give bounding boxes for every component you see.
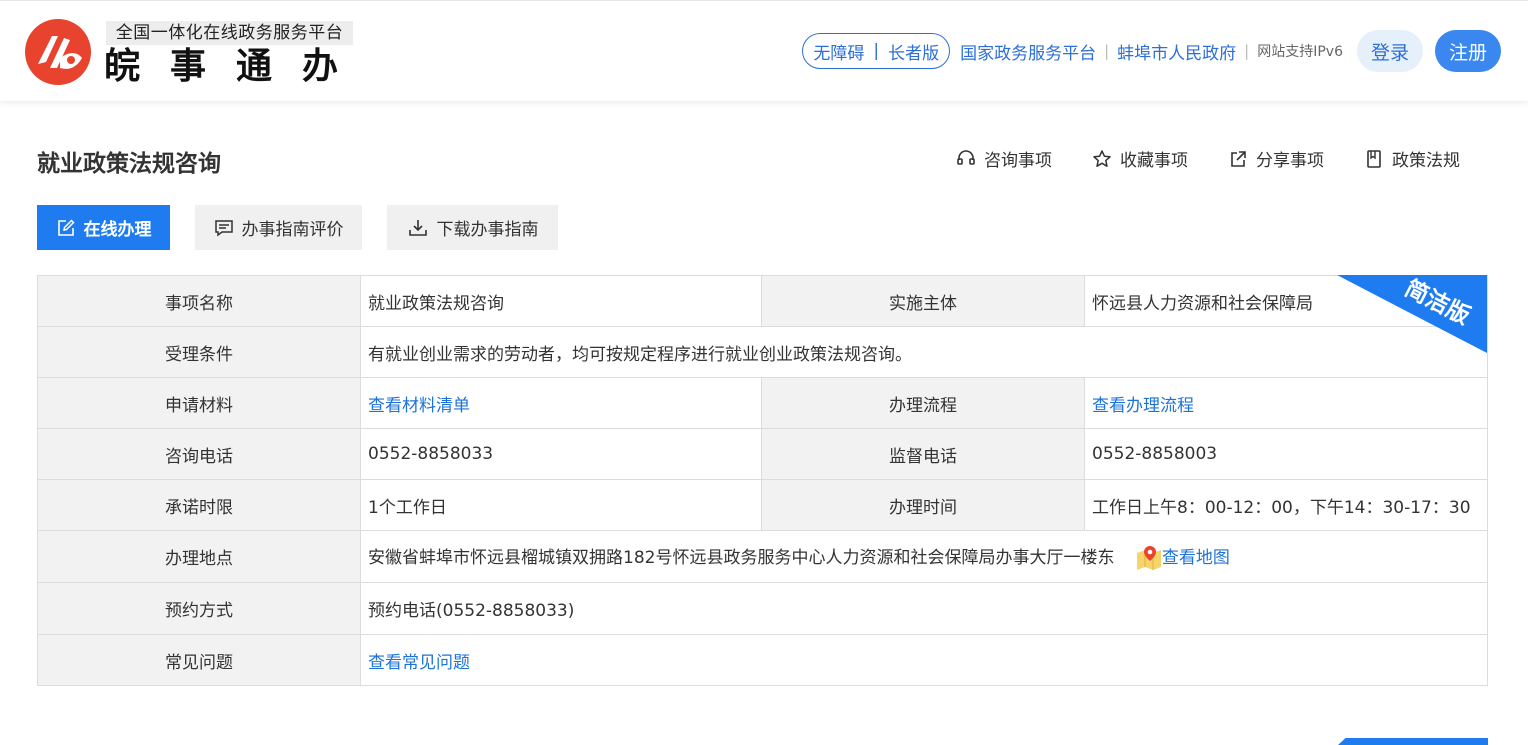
- item-info-table: 事项名称 就业政策法规咨询 实施主体 怀远县人力资源和社会保障局 受理条件 有就…: [37, 275, 1488, 686]
- download-guide-button[interactable]: 下载办事指南: [387, 205, 558, 250]
- wanshitong-logo-icon[interactable]: [24, 18, 92, 86]
- consult-phone-label: 咨询电话: [37, 428, 361, 480]
- policy-action[interactable]: 政策法规: [1364, 146, 1460, 171]
- table-row: 预约方式 预约电话(0552-8858033): [37, 582, 1488, 635]
- table-row: 咨询电话 0552-8858033 监督电话 0552-8858003: [37, 428, 1488, 480]
- process-link[interactable]: 查看办理流程: [1092, 396, 1194, 416]
- comment-icon: [214, 219, 233, 236]
- booking-value: 预约电话(0552-8858033): [360, 582, 1488, 635]
- link-divider: |: [1104, 42, 1110, 60]
- supervise-phone-value: 0552-8858003: [1084, 428, 1488, 480]
- share-icon: [1231, 150, 1246, 167]
- simple-version-ribbon[interactable]: 简洁版: [1337, 275, 1487, 353]
- national-platform-link[interactable]: 国家政务服务平台: [960, 39, 1096, 64]
- headset-icon: [957, 149, 975, 165]
- guide-button-row: 在线办理 办事指南评价 下载办事指南: [37, 205, 583, 250]
- next-section-ribbon: [1338, 738, 1488, 745]
- office-hours-value: 工作日上午8：00-12：00，下午14：30-17：30: [1084, 479, 1488, 531]
- table-row: 受理条件 有就业创业需求的劳动者，均可按规定程序进行就业创业政策法规咨询。: [37, 326, 1488, 378]
- office-hours-label: 办理时间: [761, 479, 1085, 531]
- share-label: 分享事项: [1256, 151, 1324, 171]
- top-links: 无障碍 | 长者版 国家政务服务平台 | 蚌埠市人民政府 | 网站支持IPv6 …: [802, 29, 1501, 73]
- time-limit-label: 承诺时限: [37, 479, 361, 531]
- item-info-section: 事项名称 就业政策法规咨询 实施主体 怀远县人力资源和社会保障局 受理条件 有就…: [37, 275, 1488, 686]
- item-actions: 咨询事项 收藏事项 分享事项 政策法规: [916, 146, 1460, 171]
- time-limit-value: 1个工作日: [360, 479, 762, 531]
- faq-label: 常见问题: [37, 634, 361, 686]
- table-row: 事项名称 就业政策法规咨询 实施主体 怀远县人力资源和社会保障局: [37, 275, 1488, 327]
- policy-label: 政策法规: [1392, 151, 1460, 171]
- ipv6-note: 网站支持IPv6: [1257, 44, 1343, 60]
- download-icon: [408, 219, 427, 236]
- favorite-label: 收藏事项: [1120, 151, 1188, 171]
- supervise-phone-label: 监督电话: [761, 428, 1085, 480]
- booking-label: 预约方式: [37, 582, 361, 635]
- item-name-value: 就业政策法规咨询: [360, 275, 762, 327]
- share-action[interactable]: 分享事项: [1228, 146, 1324, 171]
- evaluate-guide-label: 办事指南评价: [241, 220, 344, 240]
- brand-title[interactable]: 皖事通办: [104, 45, 368, 89]
- view-map-link[interactable]: 查看地图: [1162, 548, 1230, 568]
- online-handle-button[interactable]: 在线办理: [37, 205, 170, 250]
- table-row: 承诺时限 1个工作日 办理时间 工作日上午8：00-12：00，下午14：30-…: [37, 479, 1488, 531]
- map-pin-icon[interactable]: [1136, 545, 1162, 571]
- materials-link[interactable]: 查看材料清单: [368, 396, 470, 416]
- consult-label: 咨询事项: [984, 151, 1052, 171]
- edit-icon: [57, 218, 75, 236]
- accessibility-link[interactable]: 无障碍: [813, 39, 864, 64]
- page-title: 就业政策法规咨询: [37, 151, 221, 177]
- condition-label: 受理条件: [37, 326, 361, 378]
- pill-divider: |: [873, 41, 880, 61]
- process-label: 办理流程: [761, 377, 1085, 429]
- table-row: 办理地点 安徽省蚌埠市怀远县榴城镇双拥路182号怀远县政务服务中心人力资源和社会…: [37, 530, 1488, 583]
- location-label: 办理地点: [37, 530, 361, 583]
- consult-phone-value: 0552-8858033: [360, 428, 762, 480]
- register-button[interactable]: 注册: [1435, 30, 1501, 72]
- link-divider: |: [1244, 42, 1250, 60]
- platform-subtitle: 全国一体化在线政务服务平台: [106, 21, 353, 45]
- online-handle-label: 在线办理: [83, 220, 152, 240]
- condition-value: 有就业创业需求的劳动者，均可按规定程序进行就业创业政策法规咨询。: [360, 326, 1488, 378]
- materials-label: 申请材料: [37, 377, 361, 429]
- faq-link[interactable]: 查看常见问题: [368, 653, 470, 673]
- download-guide-label: 下载办事指南: [436, 220, 539, 240]
- star-icon: [1093, 149, 1111, 167]
- login-button[interactable]: 登录: [1357, 30, 1423, 72]
- table-row: 申请材料 查看材料清单 办理流程 查看办理流程: [37, 377, 1488, 429]
- elder-mode-link[interactable]: 长者版: [888, 39, 939, 64]
- subject-label: 实施主体: [761, 275, 1085, 327]
- city-government-link[interactable]: 蚌埠市人民政府: [1117, 39, 1236, 64]
- favorite-action[interactable]: 收藏事项: [1092, 146, 1188, 171]
- item-name-label: 事项名称: [37, 275, 361, 327]
- evaluate-guide-button[interactable]: 办事指南评价: [195, 205, 362, 250]
- site-header: 全国一体化在线政务服务平台 皖事通办 无障碍 | 长者版 国家政务服务平台 | …: [0, 0, 1528, 101]
- document-icon: [1367, 149, 1381, 168]
- table-row: 常见问题 查看常见问题: [37, 634, 1488, 686]
- location-value: 安徽省蚌埠市怀远县榴城镇双拥路182号怀远县政务服务中心人力资源和社会保障局办事…: [368, 547, 1115, 568]
- accessibility-pill: 无障碍 | 长者版: [802, 33, 951, 69]
- consult-action[interactable]: 咨询事项: [956, 146, 1052, 171]
